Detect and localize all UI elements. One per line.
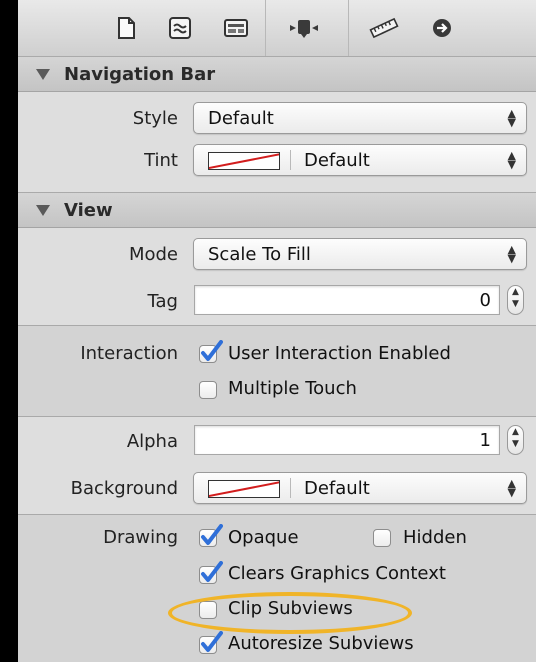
mode-label: Mode [128, 244, 178, 265]
tag-field[interactable]: 0 [194, 285, 500, 315]
tint-value: Default [304, 150, 370, 171]
mode-value: Scale To Fill [208, 244, 311, 265]
attributes-inspector-panel: Navigation Bar Style Default ▲ ▼ Tint Def… [18, 0, 536, 662]
opaque-label: Opaque [228, 527, 299, 548]
checkmark-icon [201, 524, 223, 545]
disclosure-triangle-icon[interactable] [36, 68, 50, 80]
connections-inspector-icon[interactable] [426, 12, 458, 44]
checkmark-icon [201, 340, 223, 361]
tag-label: Tag [147, 291, 178, 312]
alpha-label: Alpha [126, 431, 178, 452]
hidden-label: Hidden [403, 527, 467, 548]
user-interaction-checkbox[interactable] [199, 340, 223, 363]
clears-graphics-context-checkbox[interactable] [199, 561, 223, 584]
checkmark-icon [201, 561, 223, 582]
drawing-label: Drawing [103, 527, 178, 548]
popup-arrows-icon: ▲ ▼ [507, 149, 516, 171]
user-interaction-label: User Interaction Enabled [228, 343, 451, 364]
identity-inspector-icon[interactable] [220, 12, 252, 44]
view-section-header[interactable]: View [18, 192, 536, 228]
popup-arrows-icon: ▲ ▼ [507, 243, 516, 265]
interaction-label: Interaction [80, 343, 178, 364]
tint-popup[interactable]: Default ▲ ▼ [193, 144, 527, 176]
quick-help-icon[interactable] [164, 12, 196, 44]
size-inspector-icon[interactable] [368, 12, 400, 44]
tint-label: Tint [144, 150, 178, 171]
opaque-checkbox[interactable] [199, 524, 223, 547]
file-inspector-icon[interactable] [110, 12, 142, 44]
section-title: Navigation Bar [64, 63, 216, 85]
color-swatch [208, 480, 280, 498]
attributes-inspector-icon[interactable] [288, 12, 320, 44]
popup-arrows-icon: ▲ ▼ [507, 477, 516, 499]
background-label: Background [70, 478, 178, 499]
popup-arrows-icon: ▲ ▼ [507, 107, 516, 129]
color-swatch [208, 152, 280, 170]
background-value: Default [304, 478, 370, 499]
style-value: Default [208, 108, 274, 129]
tag-stepper[interactable]: ▲ ▼ [507, 285, 524, 315]
alpha-value: 1 [479, 430, 491, 451]
autoresize-subviews-label: Autoresize Subviews [228, 633, 414, 654]
tag-value: 0 [479, 290, 491, 311]
style-label: Style [132, 108, 178, 129]
background-popup[interactable]: Default ▲ ▼ [193, 472, 527, 504]
alpha-stepper[interactable]: ▲ ▼ [507, 425, 524, 455]
checkmark-icon [201, 631, 223, 652]
navigation-bar-section-header[interactable]: Navigation Bar [18, 56, 536, 92]
section-title: View [64, 199, 113, 221]
disclosure-triangle-icon[interactable] [36, 204, 50, 216]
multiple-touch-label: Multiple Touch [228, 378, 357, 399]
autoresize-subviews-checkbox[interactable] [199, 631, 223, 654]
alpha-field[interactable]: 1 [194, 425, 500, 455]
hidden-checkbox[interactable] [373, 529, 391, 547]
mode-popup[interactable]: Scale To Fill ▲ ▼ [193, 238, 527, 270]
clears-graphics-context-label: Clears Graphics Context [228, 563, 446, 584]
multiple-touch-checkbox[interactable] [199, 381, 217, 399]
style-popup[interactable]: Default ▲ ▼ [193, 102, 527, 134]
inspector-toolbar [18, 0, 536, 57]
highlight-ellipse [168, 592, 412, 634]
